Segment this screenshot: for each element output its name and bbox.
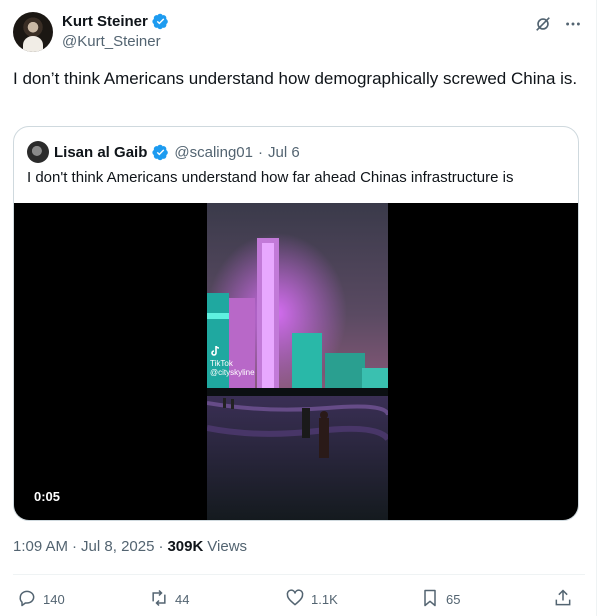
reply-count: 140 [43,592,65,607]
like-icon [285,588,305,611]
tweet-meta: 1:09 AM · Jul 8, 2025 · 309K Views [13,538,247,555]
repost-count: 44 [175,592,190,607]
verified-badge-icon [152,13,169,30]
divider [13,574,585,575]
video-player[interactable]: TikTok @cityskyline 0:05 [14,203,578,520]
tiktok-user: @cityskyline [210,368,255,377]
more-icon[interactable] [563,14,583,34]
views-count: 309K [167,538,204,555]
quoted-date[interactable]: Jul 6 [268,144,300,161]
action-bar: 140 44 1.1K 65 [13,588,585,612]
share-icon [553,588,573,611]
reply-icon [17,588,37,611]
meta-separator: · [158,538,164,555]
top-actions [533,14,583,34]
author-avatar[interactable] [13,12,53,52]
quoted-avatar[interactable] [27,141,49,163]
tweet-date[interactable]: Jul 8, 2025 [81,538,154,555]
quoted-tweet[interactable]: Lisan al Gaib @scaling01 · Jul 6 I don't… [13,126,579,521]
quoted-author-handle[interactable]: @scaling01 [174,144,253,161]
like-button[interactable]: 1.1K [285,588,338,611]
author-name-line: Kurt Steiner [62,13,169,30]
quoted-text: I don't think Americans understand how f… [27,169,514,186]
bookmark-button[interactable]: 65 [420,588,460,611]
reply-button[interactable]: 140 [17,588,65,611]
quoted-author-name[interactable]: Lisan al Gaib [54,144,147,161]
repost-icon [149,588,169,611]
views-label: Views [207,538,248,555]
share-button[interactable] [553,588,573,611]
like-count: 1.1K [311,592,338,607]
tweet-header: Kurt Steiner @Kurt_Steiner [13,12,583,54]
quoted-header: Lisan al Gaib @scaling01 · Jul 6 [27,141,300,163]
author-handle[interactable]: @Kurt_Steiner [62,33,161,50]
repost-button[interactable]: 44 [149,588,189,611]
tweet-text: I don’t think Americans understand how d… [13,69,578,88]
author-name[interactable]: Kurt Steiner [62,13,148,30]
video-duration: 0:05 [34,489,61,504]
tiktok-brand: TikTok [210,359,233,368]
meta-separator: · [72,538,78,555]
quoted-separator: · [257,143,263,161]
tiktok-icon [210,345,220,359]
page-right-border [596,0,597,616]
bookmark-icon [420,588,440,611]
bookmark-count: 65 [446,592,461,607]
grok-icon[interactable] [533,14,553,34]
verified-badge-icon [152,144,169,161]
tiktok-watermark: TikTok @cityskyline [210,345,255,377]
tweet-time[interactable]: 1:09 AM [13,538,68,555]
